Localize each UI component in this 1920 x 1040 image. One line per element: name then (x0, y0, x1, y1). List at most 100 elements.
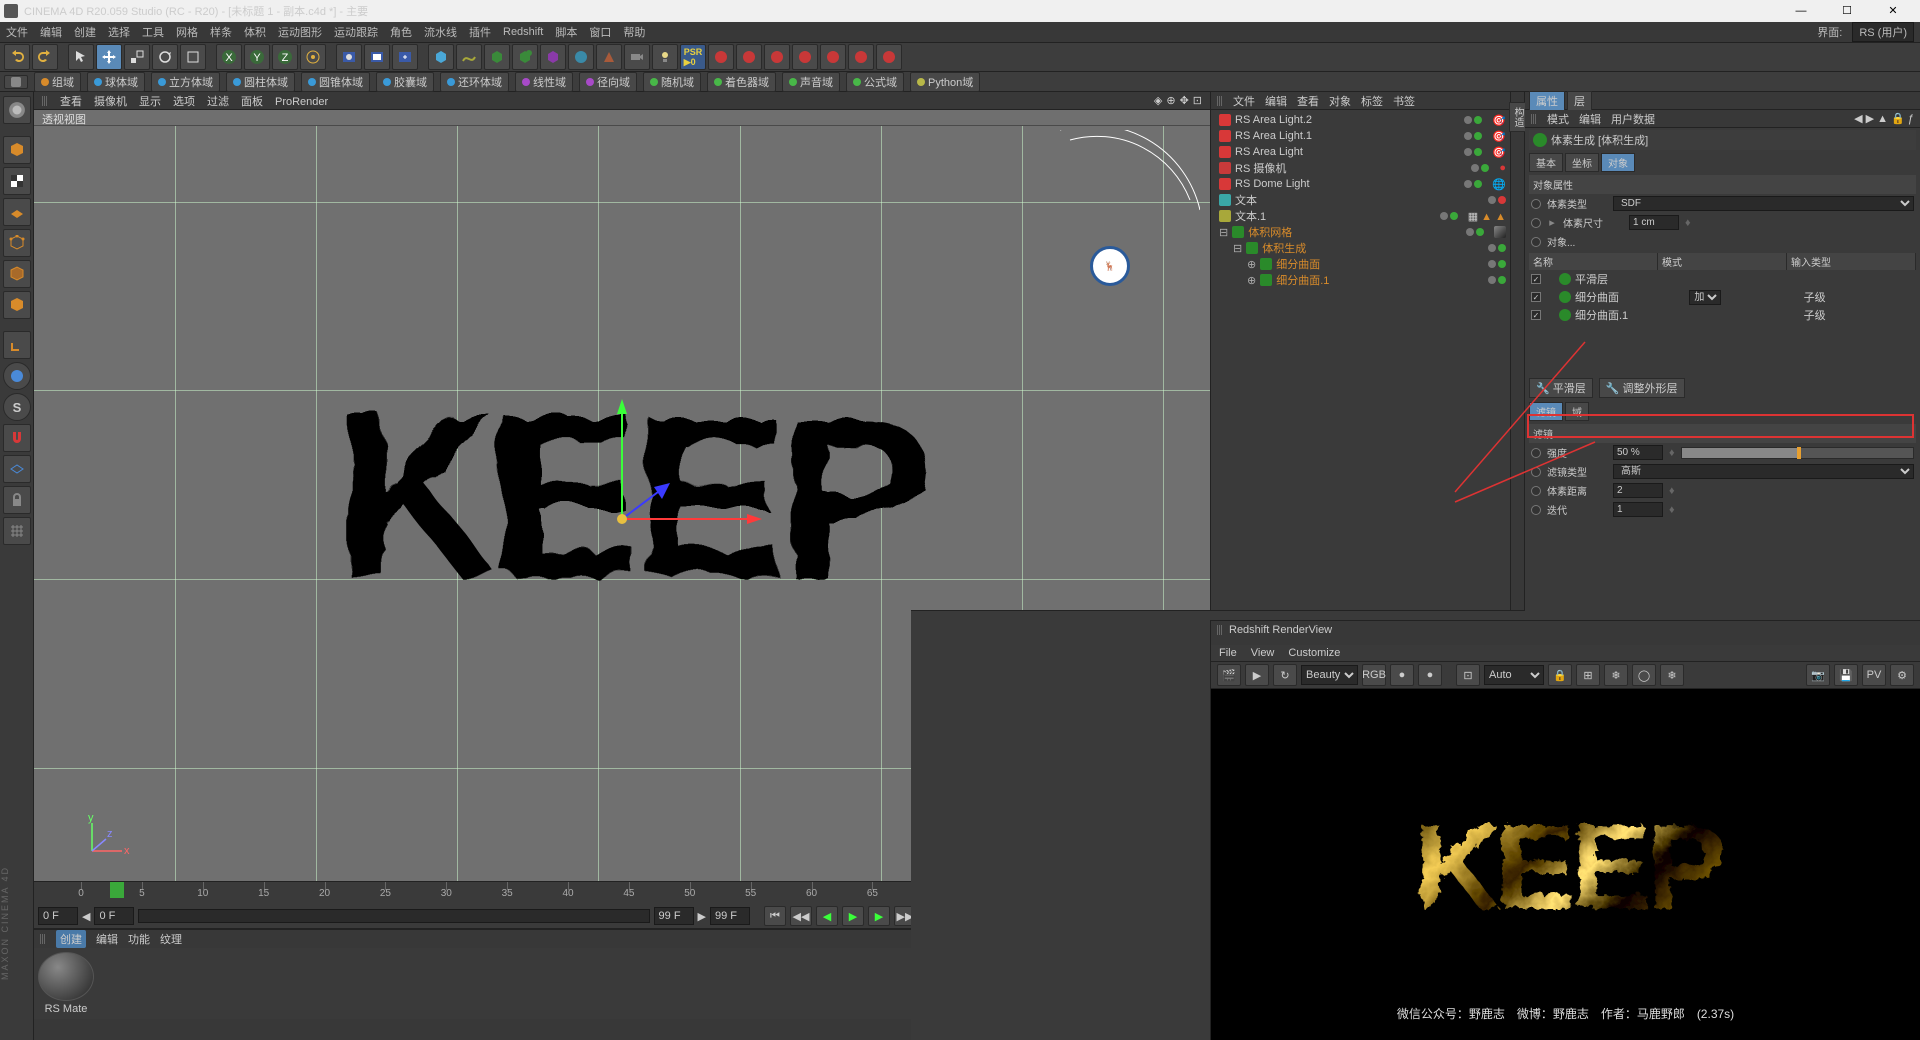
next-frame-button[interactable]: ▶ (868, 906, 890, 926)
object-row[interactable]: RS Dome Light🌐 (1211, 176, 1510, 192)
rv-ch2-button[interactable]: ● (1418, 664, 1442, 686)
viewport-menu-item[interactable]: 选项 (173, 96, 195, 108)
viewport-solo[interactable] (3, 362, 31, 390)
field-button[interactable]: 胶囊域 (376, 72, 434, 92)
deformer-button[interactable] (540, 44, 566, 70)
menu-item[interactable]: 工具 (142, 24, 164, 40)
menu-item[interactable]: 窗口 (589, 24, 611, 40)
vp-nav-icon[interactable]: ⊕ (1166, 94, 1175, 107)
menu-item[interactable]: 插件 (469, 24, 491, 40)
viewport-menu-item[interactable]: 显示 (139, 96, 161, 108)
menu-item[interactable]: 样条 (210, 24, 232, 40)
prev-key-button[interactable]: ◀◀ (790, 906, 812, 926)
field-button[interactable]: 线性域 (515, 72, 573, 92)
field-button[interactable]: 圆柱体域 (226, 72, 295, 92)
rv-menu-item[interactable]: Customize (1288, 647, 1340, 659)
object-row[interactable]: RS Area Light.2🎯 (1211, 112, 1510, 128)
vp-nav-icon[interactable]: ✥ (1180, 94, 1189, 107)
point-mode[interactable] (3, 229, 31, 257)
attr-menu-item[interactable]: 编辑 (1579, 114, 1601, 126)
rec-button-4[interactable] (792, 44, 818, 70)
scene-button[interactable] (596, 44, 622, 70)
menu-item[interactable]: 流水线 (424, 24, 457, 40)
rv-refresh-button[interactable]: ↻ (1273, 664, 1297, 686)
layout-value[interactable]: RS (用户) (1852, 22, 1914, 42)
nav-up-icon[interactable]: ▲ (1877, 113, 1888, 125)
lock-icon[interactable]: 🔒 (1891, 113, 1905, 125)
polygon-mode[interactable] (3, 291, 31, 319)
menu-item[interactable]: 帮助 (623, 24, 645, 40)
obj-menu-item[interactable]: 编辑 (1265, 96, 1287, 108)
rec-button-6[interactable] (848, 44, 874, 70)
row-checkbox[interactable] (1531, 292, 1541, 302)
rv-snapshot-button[interactable]: 📷 (1806, 664, 1830, 686)
field-button[interactable]: Python域 (910, 72, 980, 92)
menu-item[interactable]: 体积 (244, 24, 266, 40)
rv-circle-button[interactable]: ◯ (1632, 664, 1656, 686)
object-row[interactable]: ⊕细分曲面 (1211, 256, 1510, 272)
fields-toggle[interactable] (4, 75, 28, 89)
obj-menu-item[interactable]: 书签 (1393, 96, 1415, 108)
rec-button-3[interactable] (764, 44, 790, 70)
filter-type-select[interactable]: 高斯 (1613, 464, 1914, 479)
camera-button[interactable] (624, 44, 650, 70)
undo-button[interactable] (4, 44, 30, 70)
layer-tab[interactable]: 层 (1567, 91, 1592, 111)
param-anim-dot[interactable] (1531, 486, 1541, 496)
range-start-field[interactable]: 0 F (38, 907, 78, 925)
side-tab-1[interactable]: 构造 (1509, 102, 1526, 132)
last-tool[interactable] (180, 44, 206, 70)
obj-menu-item[interactable]: 对象 (1329, 96, 1351, 108)
rec-button-7[interactable] (876, 44, 902, 70)
viewport-menu-item[interactable]: 查看 (60, 96, 82, 108)
edge-mode[interactable] (3, 260, 31, 288)
func-icon[interactable]: ƒ (1908, 113, 1914, 125)
field-button[interactable]: 随机域 (643, 72, 701, 92)
rec-button-5[interactable] (820, 44, 846, 70)
axis-x-button[interactable]: X (216, 44, 242, 70)
psr-button[interactable]: PSR▶0 (680, 44, 706, 70)
iterations-field[interactable] (1613, 502, 1663, 517)
expand-icon[interactable]: ▶ (698, 910, 706, 923)
snap-toggle[interactable]: S (3, 393, 31, 421)
rv-play-button[interactable]: ▶ (1245, 664, 1269, 686)
object-row[interactable]: RS 摄像机● (1211, 160, 1510, 176)
material-tab[interactable]: 创建 (56, 930, 86, 948)
attr-list-row[interactable]: 平滑层 (1529, 270, 1916, 288)
row-checkbox[interactable] (1531, 310, 1541, 320)
strength-slider[interactable] (1681, 447, 1914, 459)
obj-menu-item[interactable]: 标签 (1361, 96, 1383, 108)
generator-button[interactable] (484, 44, 510, 70)
rv-freeze-button[interactable]: ❄ (1660, 664, 1684, 686)
generator2-button[interactable] (512, 44, 538, 70)
minimize-button[interactable]: — (1778, 0, 1824, 22)
object-row[interactable]: ⊟体积网格 (1211, 224, 1510, 240)
select-tool[interactable] (68, 44, 94, 70)
object-row[interactable]: ⊟体积生成 (1211, 240, 1510, 256)
field-button[interactable]: 圆锥体域 (301, 72, 370, 92)
field-button[interactable]: 球体域 (87, 72, 145, 92)
nav-fwd-icon[interactable]: ▶ (1866, 113, 1874, 125)
viewport-menu-item[interactable]: 摄像机 (94, 96, 127, 108)
coord-system-button[interactable] (300, 44, 326, 70)
object-tree[interactable]: RS Area Light.2🎯RS Area Light.1🎯RS Area … (1211, 110, 1510, 610)
field-button[interactable]: 径向域 (579, 72, 637, 92)
axis-z-button[interactable]: Z (272, 44, 298, 70)
rv-render-button[interactable]: 🎬 (1217, 664, 1241, 686)
vp-nav-icon[interactable]: ◈ (1154, 94, 1162, 107)
material-name[interactable]: RS Mate (45, 1003, 88, 1015)
rec-button-2[interactable] (736, 44, 762, 70)
range-end-field[interactable]: 99 F (654, 907, 694, 925)
render-pv-button[interactable] (364, 44, 390, 70)
object-row[interactable]: RS Area Light🎯 (1211, 144, 1510, 160)
field-button[interactable]: 着色器域 (707, 72, 776, 92)
viewport-menu-item[interactable]: 面板 (241, 96, 263, 108)
voxel-type-select[interactable]: SDF (1613, 196, 1914, 211)
object-row[interactable]: 文本 (1211, 192, 1510, 208)
menu-item[interactable]: 角色 (390, 24, 412, 40)
axis-tool[interactable] (3, 331, 31, 359)
grid-tool[interactable] (3, 517, 31, 545)
rv-save-button[interactable]: 💾 (1834, 664, 1858, 686)
field-button[interactable]: 组域 (34, 72, 81, 92)
rv-menu-item[interactable]: View (1251, 647, 1275, 659)
